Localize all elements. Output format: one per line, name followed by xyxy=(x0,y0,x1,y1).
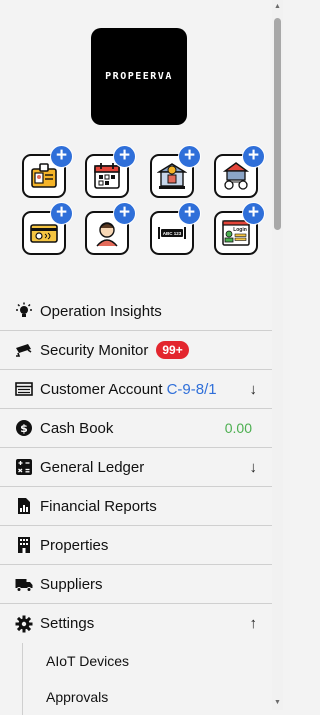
quick-action-bank[interactable]: + xyxy=(150,145,201,198)
quick-action-calendar[interactable]: + xyxy=(85,145,136,198)
menu-item-cash-book[interactable]: $ Cash Book 0.00 xyxy=(0,409,272,448)
brand-logo[interactable]: PROPEERVA xyxy=(91,28,187,125)
brand-logo-text: PROPEERVA xyxy=(105,71,173,82)
alert-count-badge: 99+ xyxy=(156,341,189,359)
vertical-scrollbar[interactable]: ▲ ▼ xyxy=(272,0,283,710)
report-icon xyxy=(15,497,33,515)
settings-submenu: AIoT Devices Approvals xyxy=(22,643,272,715)
truck-icon xyxy=(15,575,33,593)
menu-item-label: Financial Reports xyxy=(40,497,157,515)
quick-action-license-plate[interactable]: ABC 123 + xyxy=(150,202,201,255)
menu-item-label: Cash Book xyxy=(40,419,114,437)
menu-item-label: Operation Insights xyxy=(40,302,162,320)
add-icon[interactable]: + xyxy=(113,145,136,168)
calculator-icon xyxy=(15,458,33,476)
add-icon[interactable]: + xyxy=(178,145,201,168)
quick-action-login-screen[interactable]: Login + xyxy=(214,202,265,255)
menu-item-general-ledger[interactable]: General Ledger ↓ xyxy=(0,448,272,487)
quick-action-id-badge[interactable]: + xyxy=(22,145,73,198)
add-icon[interactable]: + xyxy=(50,202,73,225)
gear-icon xyxy=(15,615,33,633)
cctv-icon xyxy=(15,341,33,359)
menu-item-properties[interactable]: Properties xyxy=(0,526,272,565)
expand-arrow-icon[interactable]: ↓ xyxy=(250,459,258,476)
svg-text:Login: Login xyxy=(233,227,247,233)
add-icon[interactable]: + xyxy=(242,145,265,168)
scrollbar-thumb[interactable] xyxy=(274,18,281,230)
dollar-circle-icon: $ xyxy=(15,419,33,437)
add-icon[interactable]: + xyxy=(178,202,201,225)
scroll-up-icon[interactable]: ▲ xyxy=(273,2,282,12)
menu-item-settings[interactable]: Settings ↑ xyxy=(0,604,272,643)
menu-item-label: General Ledger xyxy=(40,458,145,476)
scroll-down-icon[interactable]: ▼ xyxy=(273,698,282,708)
collapse-arrow-icon[interactable]: ↑ xyxy=(250,615,258,632)
building-icon xyxy=(15,536,33,554)
menu-item-customer-account[interactable]: Customer Account C-9-8/1 ↓ xyxy=(0,370,272,409)
account-card-icon xyxy=(15,380,33,398)
menu-item-label: Suppliers xyxy=(40,575,103,593)
svg-text:ABC 123: ABC 123 xyxy=(163,231,182,236)
svg-text:$: $ xyxy=(20,422,28,435)
quick-action-tenant[interactable]: + xyxy=(85,202,136,255)
menu-item-label: Security Monitor xyxy=(40,341,149,359)
menu-item-financial-reports[interactable]: Financial Reports xyxy=(0,487,272,526)
main-menu: Operation Insights Security Monitor 99+ … xyxy=(0,292,272,715)
menu-item-operation-insights[interactable]: Operation Insights xyxy=(0,292,272,331)
lightbulb-icon xyxy=(15,302,33,320)
sidebar-panel: PROPEERVA + + + + + + ABC 123 + Login + … xyxy=(0,0,272,715)
quick-action-key-card[interactable]: + xyxy=(22,202,73,255)
submenu-item-aiot-devices[interactable]: AIoT Devices xyxy=(23,643,272,679)
account-code-link[interactable]: C-9-8/1 xyxy=(167,381,217,398)
add-icon[interactable]: + xyxy=(242,202,265,225)
expand-arrow-icon[interactable]: ↓ xyxy=(250,381,258,398)
menu-item-label: Settings xyxy=(40,615,95,632)
cash-balance-value: 0.00 xyxy=(224,420,252,436)
menu-item-security-monitor[interactable]: Security Monitor 99+ xyxy=(0,331,272,370)
add-icon[interactable]: + xyxy=(50,145,73,168)
menu-item-label: Customer Account xyxy=(40,380,163,398)
menu-item-suppliers[interactable]: Suppliers xyxy=(0,565,272,604)
add-icon[interactable]: + xyxy=(113,202,136,225)
menu-item-label: Properties xyxy=(40,536,109,554)
quick-action-property-network[interactable]: + xyxy=(214,145,265,198)
